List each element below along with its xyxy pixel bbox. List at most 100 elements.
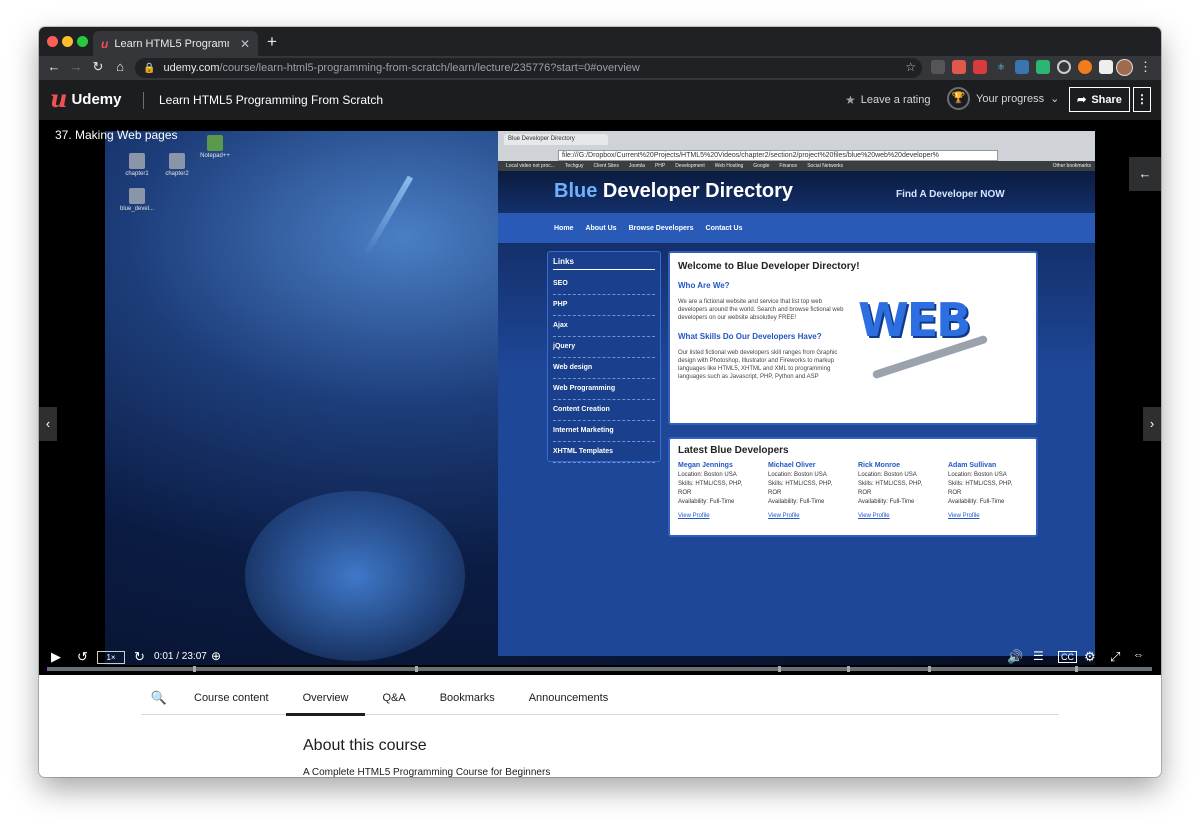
extension-icon[interactable]: [952, 60, 966, 74]
course-header: u Udemy Learn HTML5 Programming From Scr…: [39, 80, 1161, 120]
share-icon: ➦: [1077, 94, 1087, 106]
reload-icon[interactable]: ↻: [89, 59, 107, 75]
profile-avatar[interactable]: [1116, 59, 1133, 76]
video-content-browser: Blue Developer Directory file:///G:/Drop…: [498, 131, 1095, 656]
home-icon[interactable]: ⌂: [111, 59, 129, 74]
developer-card: Adam Sullivan Location: Boston USA Skills:…: [948, 462, 1013, 519]
site-body: Links SEO PHP Ajax jQuery Web design Web Pro…: [498, 243, 1095, 656]
share-label: Share: [1091, 93, 1122, 106]
extensions: ⚛: [931, 60, 1113, 74]
about-heading: About this course: [303, 737, 427, 754]
rewind-icon[interactable]: ↺: [77, 649, 88, 665]
desktop-icon: chapter1: [117, 153, 157, 177]
udemy-logo-icon: u: [50, 84, 68, 113]
expanded-view-icon[interactable]: ⇔: [1133, 649, 1144, 661]
developer-card: Michael Oliver Location: Boston USA Skills…: [768, 462, 833, 519]
python-icon[interactable]: [1015, 60, 1029, 74]
desktop-icon: blue_devel...: [117, 188, 157, 212]
lecture-title: 37. Making Web pages: [55, 128, 178, 142]
udemy-logo[interactable]: u Udemy: [50, 86, 121, 112]
site-logo: Blue Developer Directory: [554, 180, 793, 202]
about-subtitle: A Complete HTML5 Programming Course for …: [303, 767, 551, 777]
tab-overview[interactable]: Overview: [285, 682, 366, 716]
extension-icon[interactable]: [1036, 60, 1050, 74]
desktop-icon: Notepad++: [195, 135, 235, 159]
developer-card: Rick Monroe Location: Boston USA Skills: H…: [858, 462, 923, 519]
minimize-window-button[interactable]: [62, 36, 73, 47]
play-icon[interactable]: ▶: [51, 649, 61, 665]
trophy-icon: 🏆: [947, 87, 970, 110]
previous-lecture-button[interactable]: ‹: [39, 407, 57, 441]
player-controls: ▶ ↺ 1× ↻ 0:01 / 23:07 ⊕ 🔊 ☰ CC ⚙ ⤢ ⇔: [39, 642, 1161, 672]
url-host: udemy.com: [163, 62, 220, 74]
tab-title: Learn HTML5 Programming From: [114, 37, 229, 50]
inner-bookmarks-bar: Local video not proc... Techguy Client Sit…: [498, 161, 1095, 171]
logo-text: Udemy: [71, 90, 122, 108]
bookmark-add-icon[interactable]: ⊕: [211, 649, 221, 663]
inner-url: file:///G:/Dropbox/Current%20Projects/HT…: [558, 150, 998, 161]
star-icon: ★: [845, 93, 856, 107]
browser-tab[interactable]: u Learn HTML5 Programming From ✕: [93, 31, 258, 56]
forward-icon[interactable]: →: [67, 59, 85, 74]
light-glow: [245, 491, 465, 661]
tab-bookmarks[interactable]: Bookmarks: [423, 682, 512, 715]
share-button[interactable]: ➦ Share: [1069, 87, 1130, 112]
fullscreen-icon[interactable]: ⤢: [1110, 649, 1120, 665]
url-path: /course/learn-html5-programming-from-scr…: [219, 62, 640, 74]
chevron-down-icon: ⌄: [1050, 93, 1060, 105]
site-links-box: Links SEO PHP Ajax jQuery Web design Web Pro…: [547, 251, 661, 463]
expand-sidebar-button[interactable]: ←: [1129, 157, 1161, 191]
volume-icon[interactable]: 🔊: [1007, 649, 1023, 665]
next-lecture-button[interactable]: ›: [1143, 407, 1161, 441]
udemy-favicon-icon: u: [101, 36, 109, 51]
settings-gear-icon[interactable]: ⚙: [1084, 649, 1096, 665]
close-window-button[interactable]: [47, 36, 58, 47]
extension-icon[interactable]: [973, 60, 987, 74]
lock-icon: 🔒: [143, 62, 156, 74]
video-player[interactable]: chapter1 chapter2 Notepad++ blue_devel..…: [39, 120, 1161, 675]
tab-announcements[interactable]: Announcements: [512, 682, 626, 715]
site-latest-box: Latest Blue Developers Megan Jennings Loc…: [668, 437, 1038, 537]
more-options-button[interactable]: ⋮: [1133, 87, 1151, 112]
developer-card: Megan Jennings Location: Boston USA Skills…: [678, 462, 743, 519]
react-icon[interactable]: ⚛: [994, 60, 1008, 74]
rating-label: Leave a rating: [860, 94, 931, 106]
address-bar[interactable]: 🔒 udemy.com/course/learn-html5-programmi…: [135, 58, 922, 78]
bookmark-star-icon[interactable]: ☆: [905, 60, 916, 74]
extension-icon[interactable]: [1057, 60, 1071, 74]
extension-icon[interactable]: [1078, 60, 1092, 74]
tab-strip: u Learn HTML5 Programming From ✕ +: [39, 27, 1161, 56]
extension-icon[interactable]: [1099, 60, 1113, 74]
captions-icon[interactable]: CC: [1058, 651, 1077, 663]
course-title[interactable]: Learn HTML5 Programming From Scratch: [159, 93, 383, 107]
web-graphic: WEB: [858, 293, 971, 347]
close-tab-icon[interactable]: ✕: [240, 37, 250, 51]
tab-qa[interactable]: Q&A: [365, 682, 422, 715]
site-find-developer: Find A Developer NOW: [896, 189, 1005, 200]
extension-icon[interactable]: [931, 60, 945, 74]
browser-toolbar: ← → ↻ ⌂ 🔒 udemy.com/course/learn-html5-p…: [39, 56, 1161, 80]
light-streak: [362, 175, 414, 257]
forward-icon[interactable]: ↻: [134, 649, 145, 665]
inner-browser-chrome: Blue Developer Directory file:///G:/Drop…: [498, 131, 1095, 171]
chrome-menu-icon[interactable]: ⋮: [1139, 59, 1152, 75]
progress-label: Your progress: [976, 92, 1045, 105]
progress-dropdown[interactable]: 🏆 Your progress ⌄: [947, 87, 1059, 110]
course-tabs: 🔍 Course content Overview Q&A Bookmarks …: [141, 682, 1059, 716]
tab-course-content[interactable]: Course content: [177, 682, 286, 715]
inner-tab: Blue Developer Directory: [504, 134, 608, 145]
browser-window: u Learn HTML5 Programming From ✕ + ← → ↻…: [39, 27, 1161, 777]
site-welcome-box: Welcome to Blue Developer Directory! Who…: [668, 251, 1038, 425]
search-icon[interactable]: 🔍: [141, 690, 177, 706]
time-display: 0:01 / 23:07: [154, 651, 207, 662]
transcript-icon[interactable]: ☰: [1033, 649, 1044, 663]
new-tab-icon[interactable]: +: [267, 32, 277, 52]
desktop-icon: chapter2: [157, 153, 197, 177]
playback-speed-button[interactable]: 1×: [97, 651, 125, 664]
leave-rating-button[interactable]: ★ Leave a rating: [845, 93, 930, 107]
zoom-window-button[interactable]: [77, 36, 88, 47]
site-nav: Home About Us Browse Developers Contact Us: [498, 213, 1095, 243]
back-icon[interactable]: ←: [45, 59, 63, 74]
site-header: Blue Developer Directory Find A Develope…: [498, 171, 1095, 213]
header-divider: [143, 92, 144, 109]
